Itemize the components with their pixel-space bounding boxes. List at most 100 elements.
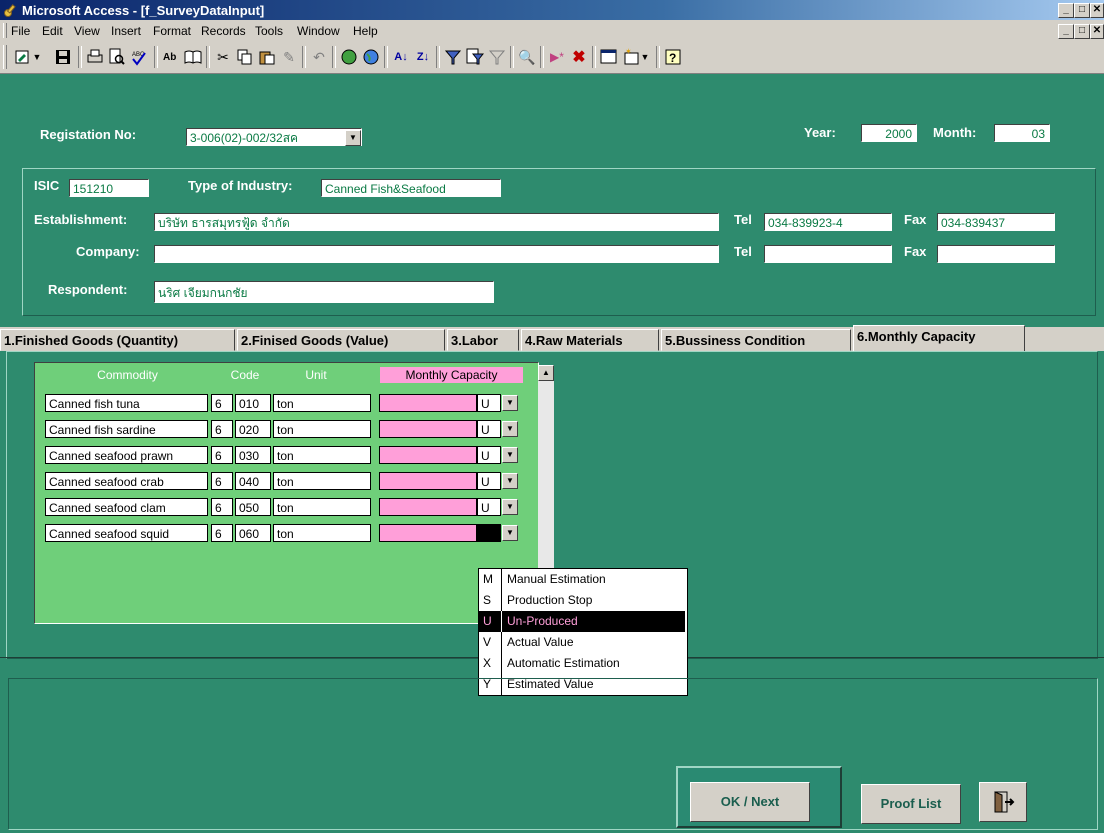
flag-cell[interactable]: U bbox=[477, 498, 501, 516]
unit-cell[interactable]: ton bbox=[273, 420, 371, 438]
commodity-cell[interactable]: Canned fish sardine bbox=[45, 420, 208, 438]
spelling-icon[interactable]: ABC bbox=[128, 46, 150, 68]
format-painter-icon[interactable]: ✎ bbox=[278, 46, 300, 68]
unit-cell[interactable]: ton bbox=[273, 446, 371, 464]
company-field[interactable] bbox=[154, 245, 719, 263]
sort-ascending-icon[interactable]: A↓ bbox=[390, 46, 412, 68]
copy-icon[interactable] bbox=[234, 46, 256, 68]
capacity-cell[interactable] bbox=[379, 446, 477, 464]
menu-tools[interactable]: Tools bbox=[255, 24, 283, 38]
dropdown-option[interactable]: V Actual Value bbox=[479, 632, 685, 653]
menu-file[interactable]: File bbox=[11, 24, 30, 38]
close-button[interactable]: ✕ bbox=[1090, 3, 1104, 18]
tel-field[interactable]: 034-839923-4 bbox=[764, 213, 892, 231]
dropdown-option[interactable]: M Manual Estimation bbox=[479, 569, 685, 590]
fax-field[interactable]: 034-839437 bbox=[937, 213, 1055, 231]
doc-close-button[interactable]: ✕ bbox=[1090, 24, 1104, 39]
code-b-cell[interactable]: 050 bbox=[235, 498, 271, 516]
code-a-cell[interactable]: 6 bbox=[211, 472, 233, 490]
menu-window[interactable]: Window bbox=[297, 24, 340, 38]
unit-cell[interactable]: ton bbox=[273, 394, 371, 412]
chevron-down-icon[interactable]: ▼ bbox=[345, 130, 361, 146]
flag-dropdown-list[interactable]: M Manual Estimation S Production Stop U Un-Pr… bbox=[478, 568, 688, 696]
table-row[interactable]: Canned seafood clam 6 050 ton U ▼ bbox=[35, 494, 535, 520]
tab-monthly-capacity[interactable]: 6.Monthly Capacity bbox=[853, 325, 1025, 351]
month-field[interactable]: 03 bbox=[994, 124, 1050, 142]
cut-icon[interactable]: ✂ bbox=[212, 46, 234, 68]
print-icon[interactable] bbox=[84, 46, 106, 68]
tab-finished-goods-value[interactable]: 2.Finised Goods (Value) bbox=[237, 329, 445, 351]
code-b-cell[interactable]: 010 bbox=[235, 394, 271, 412]
apply-filter-icon[interactable] bbox=[486, 46, 508, 68]
print-preview-icon[interactable] bbox=[106, 46, 128, 68]
commodity-cell[interactable]: Canned seafood prawn bbox=[45, 446, 208, 464]
proof-list-button[interactable]: Proof List bbox=[861, 784, 961, 824]
capacity-cell[interactable] bbox=[379, 472, 477, 490]
table-row[interactable]: Canned fish sardine 6 020 ton U ▼ bbox=[35, 416, 535, 442]
field-list-icon[interactable]: Ab bbox=[160, 46, 182, 68]
commodity-cell[interactable]: Canned seafood crab bbox=[45, 472, 208, 490]
respondent-field[interactable]: นริศ เจียมกนกชัย bbox=[154, 281, 494, 303]
commodity-cell[interactable]: Canned seafood squid bbox=[45, 524, 208, 542]
code-a-cell[interactable]: 6 bbox=[211, 446, 233, 464]
chevron-down-icon[interactable]: ▼ bbox=[502, 395, 518, 411]
code-b-cell[interactable]: 020 bbox=[235, 420, 271, 438]
hyperlink-icon[interactable] bbox=[338, 46, 360, 68]
book-icon[interactable] bbox=[182, 46, 204, 68]
chevron-down-icon[interactable]: ▼ bbox=[502, 525, 518, 541]
scroll-up-icon[interactable]: ▲ bbox=[538, 365, 554, 381]
table-row[interactable]: Canned seafood prawn 6 030 ton U ▼ bbox=[35, 442, 535, 468]
flag-cell[interactable]: U bbox=[477, 394, 501, 412]
menu-insert[interactable]: Insert bbox=[111, 24, 141, 38]
menu-help[interactable]: Help bbox=[353, 24, 378, 38]
undo-icon[interactable]: ↶ bbox=[308, 46, 330, 68]
code-b-cell[interactable]: 030 bbox=[235, 446, 271, 464]
table-row[interactable]: Canned seafood crab 6 040 ton U ▼ bbox=[35, 468, 535, 494]
dropdown-option[interactable]: S Production Stop bbox=[479, 590, 685, 611]
help-icon[interactable]: ? bbox=[662, 46, 684, 68]
flag-cell[interactable]: U bbox=[477, 472, 501, 490]
tel2-field[interactable] bbox=[764, 245, 892, 263]
save-icon[interactable] bbox=[52, 46, 74, 68]
commodity-cell[interactable]: Canned seafood clam bbox=[45, 498, 208, 516]
capacity-cell[interactable] bbox=[379, 498, 477, 516]
tab-finished-goods-quantity[interactable]: 1.Finished Goods (Quantity) bbox=[0, 329, 235, 351]
web-toolbar-icon[interactable] bbox=[360, 46, 382, 68]
chevron-down-icon[interactable]: ▼ bbox=[502, 447, 518, 463]
code-b-cell[interactable]: 040 bbox=[235, 472, 271, 490]
chevron-down-icon[interactable]: ▼ bbox=[502, 473, 518, 489]
restore-button[interactable]: □ bbox=[1074, 3, 1090, 18]
isic-field[interactable]: 151210 bbox=[69, 179, 149, 197]
flag-cell[interactable]: U bbox=[477, 446, 501, 464]
tab-labor[interactable]: 3.Labor bbox=[447, 329, 519, 351]
new-object-icon[interactable]: ✶ bbox=[620, 46, 642, 68]
capacity-cell[interactable] bbox=[379, 524, 477, 542]
chevron-down-icon[interactable]: ▼ bbox=[502, 421, 518, 437]
unit-cell[interactable]: ton bbox=[273, 498, 371, 516]
establishment-field[interactable]: บริษัท ธารสมุทรฟู้ด จำกัด bbox=[154, 213, 719, 231]
menu-edit[interactable]: Edit bbox=[42, 24, 63, 38]
code-a-cell[interactable]: 6 bbox=[211, 394, 233, 412]
chevron-down-icon[interactable]: ▼ bbox=[640, 46, 650, 68]
industry-field[interactable]: Canned Fish&Seafood bbox=[321, 179, 501, 197]
flag-cell[interactable] bbox=[477, 524, 501, 542]
unit-cell[interactable]: ton bbox=[273, 472, 371, 490]
sort-descending-icon[interactable]: Z↓ bbox=[412, 46, 434, 68]
capacity-cell[interactable] bbox=[379, 420, 477, 438]
unit-cell[interactable]: ton bbox=[273, 524, 371, 542]
menu-view[interactable]: View bbox=[74, 24, 100, 38]
registration-combo[interactable]: 3-006(02)-002/32สค bbox=[186, 128, 362, 146]
tab-business-condition[interactable]: 5.Bussiness Condition bbox=[661, 329, 851, 351]
table-row[interactable]: Canned fish tuna 6 010 ton U ▼ bbox=[35, 390, 535, 416]
menu-records[interactable]: Records bbox=[201, 24, 246, 38]
filter-by-form-icon[interactable] bbox=[464, 46, 486, 68]
doc-restore-button[interactable]: □ bbox=[1074, 24, 1090, 39]
tab-raw-materials[interactable]: 4.Raw Materials bbox=[521, 329, 659, 351]
find-icon[interactable]: 🔍 bbox=[516, 46, 538, 68]
capacity-cell[interactable] bbox=[379, 394, 477, 412]
ok-next-button[interactable]: OK / Next bbox=[690, 782, 810, 822]
database-window-icon[interactable] bbox=[598, 46, 620, 68]
code-a-cell[interactable]: 6 bbox=[211, 498, 233, 516]
chevron-down-icon[interactable]: ▼ bbox=[32, 46, 42, 68]
table-row[interactable]: Canned seafood squid 6 060 ton ▼ bbox=[35, 520, 535, 546]
